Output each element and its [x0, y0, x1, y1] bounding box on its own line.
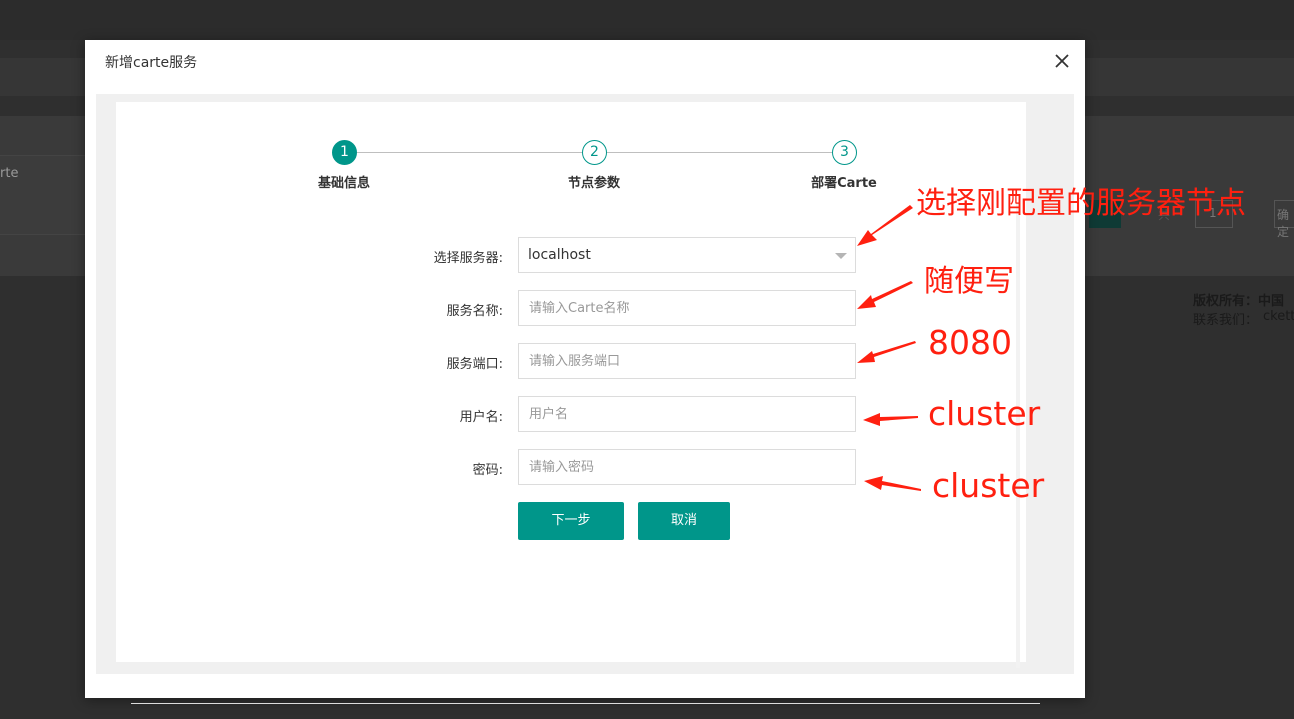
service-name-input[interactable] [518, 290, 856, 326]
service-port-label: 服务端口: [446, 357, 503, 372]
step-connector-1 [357, 152, 582, 153]
background-confirm-text: 确定 [1277, 208, 1290, 239]
step-2-label: 节点参数 [567, 176, 621, 191]
background-header [0, 0, 1294, 40]
cancel-button[interactable]: 取消 [638, 502, 730, 540]
username-input[interactable] [518, 396, 856, 432]
server-select-label: 选择服务器: [433, 251, 503, 266]
annotation-server: 选择刚配置的服务器节点 [916, 186, 1246, 221]
annotation-service-name: 随便写 [924, 264, 1014, 299]
dialog-title: 新增carte服务 [105, 55, 198, 71]
step-1-indicator: 1 [332, 140, 357, 165]
dialog-header: 新增carte服务 [85, 40, 1085, 82]
step-2-indicator: 2 [582, 140, 607, 165]
service-name-label: 服务名称: [446, 304, 503, 319]
background-contact-value: ckett [1263, 309, 1294, 324]
password-input[interactable] [518, 449, 856, 485]
panel-divider [131, 703, 1040, 704]
annotation-username: cluster [928, 394, 1041, 433]
panel-scrollbar-track [1016, 202, 1020, 668]
password-label: 密码: [472, 463, 503, 478]
step-1-label: 基础信息 [317, 176, 371, 191]
step-connector-2 [607, 152, 832, 153]
annotation-service-port: 8080 [928, 323, 1012, 362]
step-3-label: 部署Carte [811, 176, 877, 191]
service-port-input[interactable] [518, 343, 856, 379]
username-label: 用户名: [459, 410, 503, 425]
close-icon[interactable] [1053, 52, 1071, 70]
background-contact-label: 联系我们： [1193, 313, 1259, 328]
chevron-down-icon[interactable] [835, 253, 847, 259]
background-row-text: rte [0, 166, 19, 181]
next-step-button[interactable]: 下一步 [518, 502, 624, 540]
background-copyright: 版权所有：中国 [1193, 294, 1285, 309]
add-carte-dialog: 新增carte服务 1 基础信息 2 节点参数 3 部署Carte 选择服务器:… [85, 40, 1085, 704]
step-3-indicator: 3 [832, 140, 857, 165]
annotation-password: cluster [932, 466, 1045, 505]
server-select-value: localhost [528, 247, 591, 263]
